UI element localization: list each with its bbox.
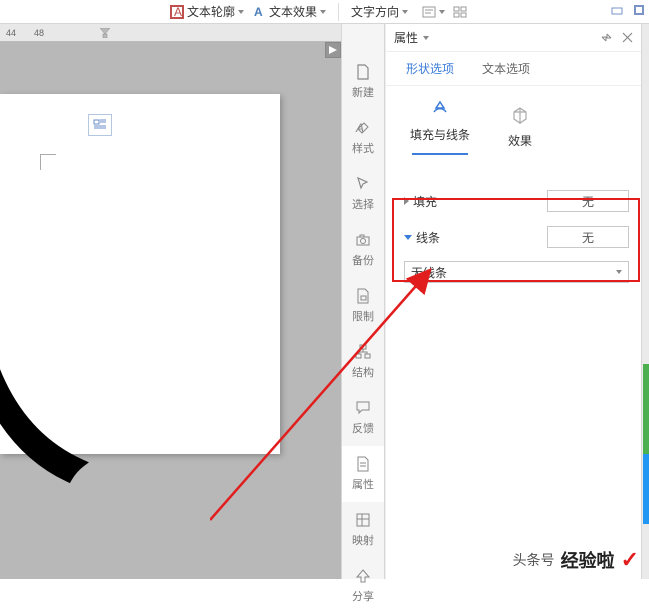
structure-icon	[355, 344, 371, 360]
dropdown-icon	[238, 10, 244, 14]
right-scrollbar[interactable]	[641, 24, 649, 579]
checkmark-icon: ✓	[621, 547, 639, 573]
ruler-tick: 44	[6, 28, 16, 38]
sidebar-item-select[interactable]: 选择	[342, 166, 384, 222]
sidebar-item-mapping[interactable]: 映射	[342, 502, 384, 558]
style-icon: A	[355, 120, 371, 136]
lock-file-icon	[355, 288, 371, 304]
sidebar-item-restrict[interactable]: 限制	[342, 278, 384, 334]
watermark-head: 头条号	[513, 550, 555, 570]
text-direction-button[interactable]: 文字方向	[351, 3, 408, 20]
dropdown-icon	[402, 10, 408, 14]
properties-panel: 属性 形状选项 文本选项 填充与线条 效果 填充 无	[385, 24, 641, 579]
share-icon	[355, 568, 371, 584]
tab-shape-options[interactable]: 形状选项	[406, 52, 454, 85]
text-outline-label: 文本轮廓	[187, 3, 235, 20]
panel-header: 属性	[386, 24, 641, 52]
fill-row: 填充 无	[404, 183, 629, 219]
panel-subtabs: 填充与线条 效果	[386, 86, 641, 165]
grid-icon	[453, 6, 467, 18]
fill-label[interactable]: 填充	[404, 193, 437, 210]
sidebar-item-feedback[interactable]: 反馈	[342, 390, 384, 446]
dropdown-icon	[439, 10, 445, 14]
glyph-character: 人	[0, 184, 90, 531]
ruler-marker-icon[interactable]	[100, 27, 110, 37]
panel-tabs: 形状选项 文本选项	[386, 52, 641, 86]
line-value-button[interactable]: 无	[547, 226, 629, 248]
text-outline-icon: A	[170, 5, 184, 19]
sidebar-item-properties[interactable]: 属性	[342, 446, 384, 502]
watermark-brand: 经验啦	[561, 547, 615, 573]
extra-button-1[interactable]	[422, 6, 445, 18]
scroll-marker-green	[643, 364, 649, 454]
scroll-marker-blue	[643, 454, 649, 524]
dropdown-icon	[320, 10, 326, 14]
sidebar-item-share[interactable]: 分享	[342, 558, 384, 614]
subtab-fill-line[interactable]: 填充与线条	[410, 100, 470, 155]
combo-value: 无线条	[411, 264, 447, 281]
expand-panel-icon[interactable]	[633, 4, 645, 16]
extra-button-2[interactable]	[453, 6, 467, 18]
minimize-panel-icon[interactable]	[611, 4, 623, 16]
document-page[interactable]: 人	[0, 94, 280, 454]
sidebar-item-backup[interactable]: 备份	[342, 222, 384, 278]
properties-file-icon	[355, 456, 371, 472]
text-effect-button[interactable]: A 文本效果	[252, 3, 326, 20]
text-outline-button[interactable]: A 文本轮廓	[170, 3, 244, 20]
sidebar-item-structure[interactable]: 结构	[342, 334, 384, 390]
chat-icon	[355, 400, 371, 416]
select-icon	[355, 176, 371, 192]
watermark: 头条号 经验啦 ✓	[513, 547, 639, 573]
subtab-effects[interactable]: 效果	[508, 106, 532, 149]
caret-right-icon	[404, 197, 409, 205]
camera-icon	[355, 232, 371, 248]
layout-options-button[interactable]	[88, 114, 112, 136]
layout-options-icon	[93, 119, 107, 131]
active-underline	[412, 153, 468, 155]
option-rows: 填充 无 线条 无	[386, 165, 641, 255]
dropdown-icon	[423, 36, 429, 40]
tab-text-options[interactable]: 文本选项	[482, 52, 530, 85]
ruler-end-icon[interactable]	[325, 42, 341, 58]
text-direction-label: 文字方向	[351, 3, 399, 20]
fill-line-icon	[430, 100, 450, 120]
effects-icon	[510, 106, 530, 126]
separator	[338, 3, 339, 21]
collapse-icon[interactable]	[601, 32, 612, 43]
horizontal-ruler[interactable]: 44 48	[0, 24, 341, 42]
svg-text:A: A	[174, 5, 182, 19]
close-icon[interactable]	[622, 32, 633, 43]
fill-value-button[interactable]: 无	[547, 190, 629, 212]
sidebar-item-style[interactable]: A样式	[342, 110, 384, 166]
margin-corner-icon	[40, 154, 56, 170]
textbox-icon	[422, 6, 436, 18]
panel-title[interactable]: 属性	[394, 29, 429, 46]
top-toolbar: A 文本轮廓 A 文本效果 文字方向	[0, 0, 649, 24]
file-icon	[355, 64, 371, 80]
vertical-icon-bar: 新建 A样式 选择 备份 限制 结构 反馈 属性 映射 分享	[341, 24, 385, 579]
document-canvas-area: 44 48 人	[0, 24, 341, 579]
window-controls	[611, 4, 645, 16]
sidebar-item-new[interactable]: 新建	[342, 54, 384, 110]
line-row: 线条 无	[404, 219, 629, 255]
ruler-tick: 48	[34, 28, 44, 38]
dropdown-icon	[616, 270, 622, 274]
svg-text:A: A	[254, 5, 263, 19]
text-effect-icon: A	[252, 5, 266, 19]
text-effect-label: 文本效果	[269, 3, 317, 20]
main-area: 44 48 人 新建 A样式 选择 备份 限制 结构 反馈 属性 映射 分享 属…	[0, 24, 649, 579]
line-style-combo[interactable]: 无线条	[404, 261, 629, 283]
caret-down-icon	[404, 235, 412, 240]
mapping-icon	[355, 512, 371, 528]
line-label[interactable]: 线条	[404, 229, 440, 246]
